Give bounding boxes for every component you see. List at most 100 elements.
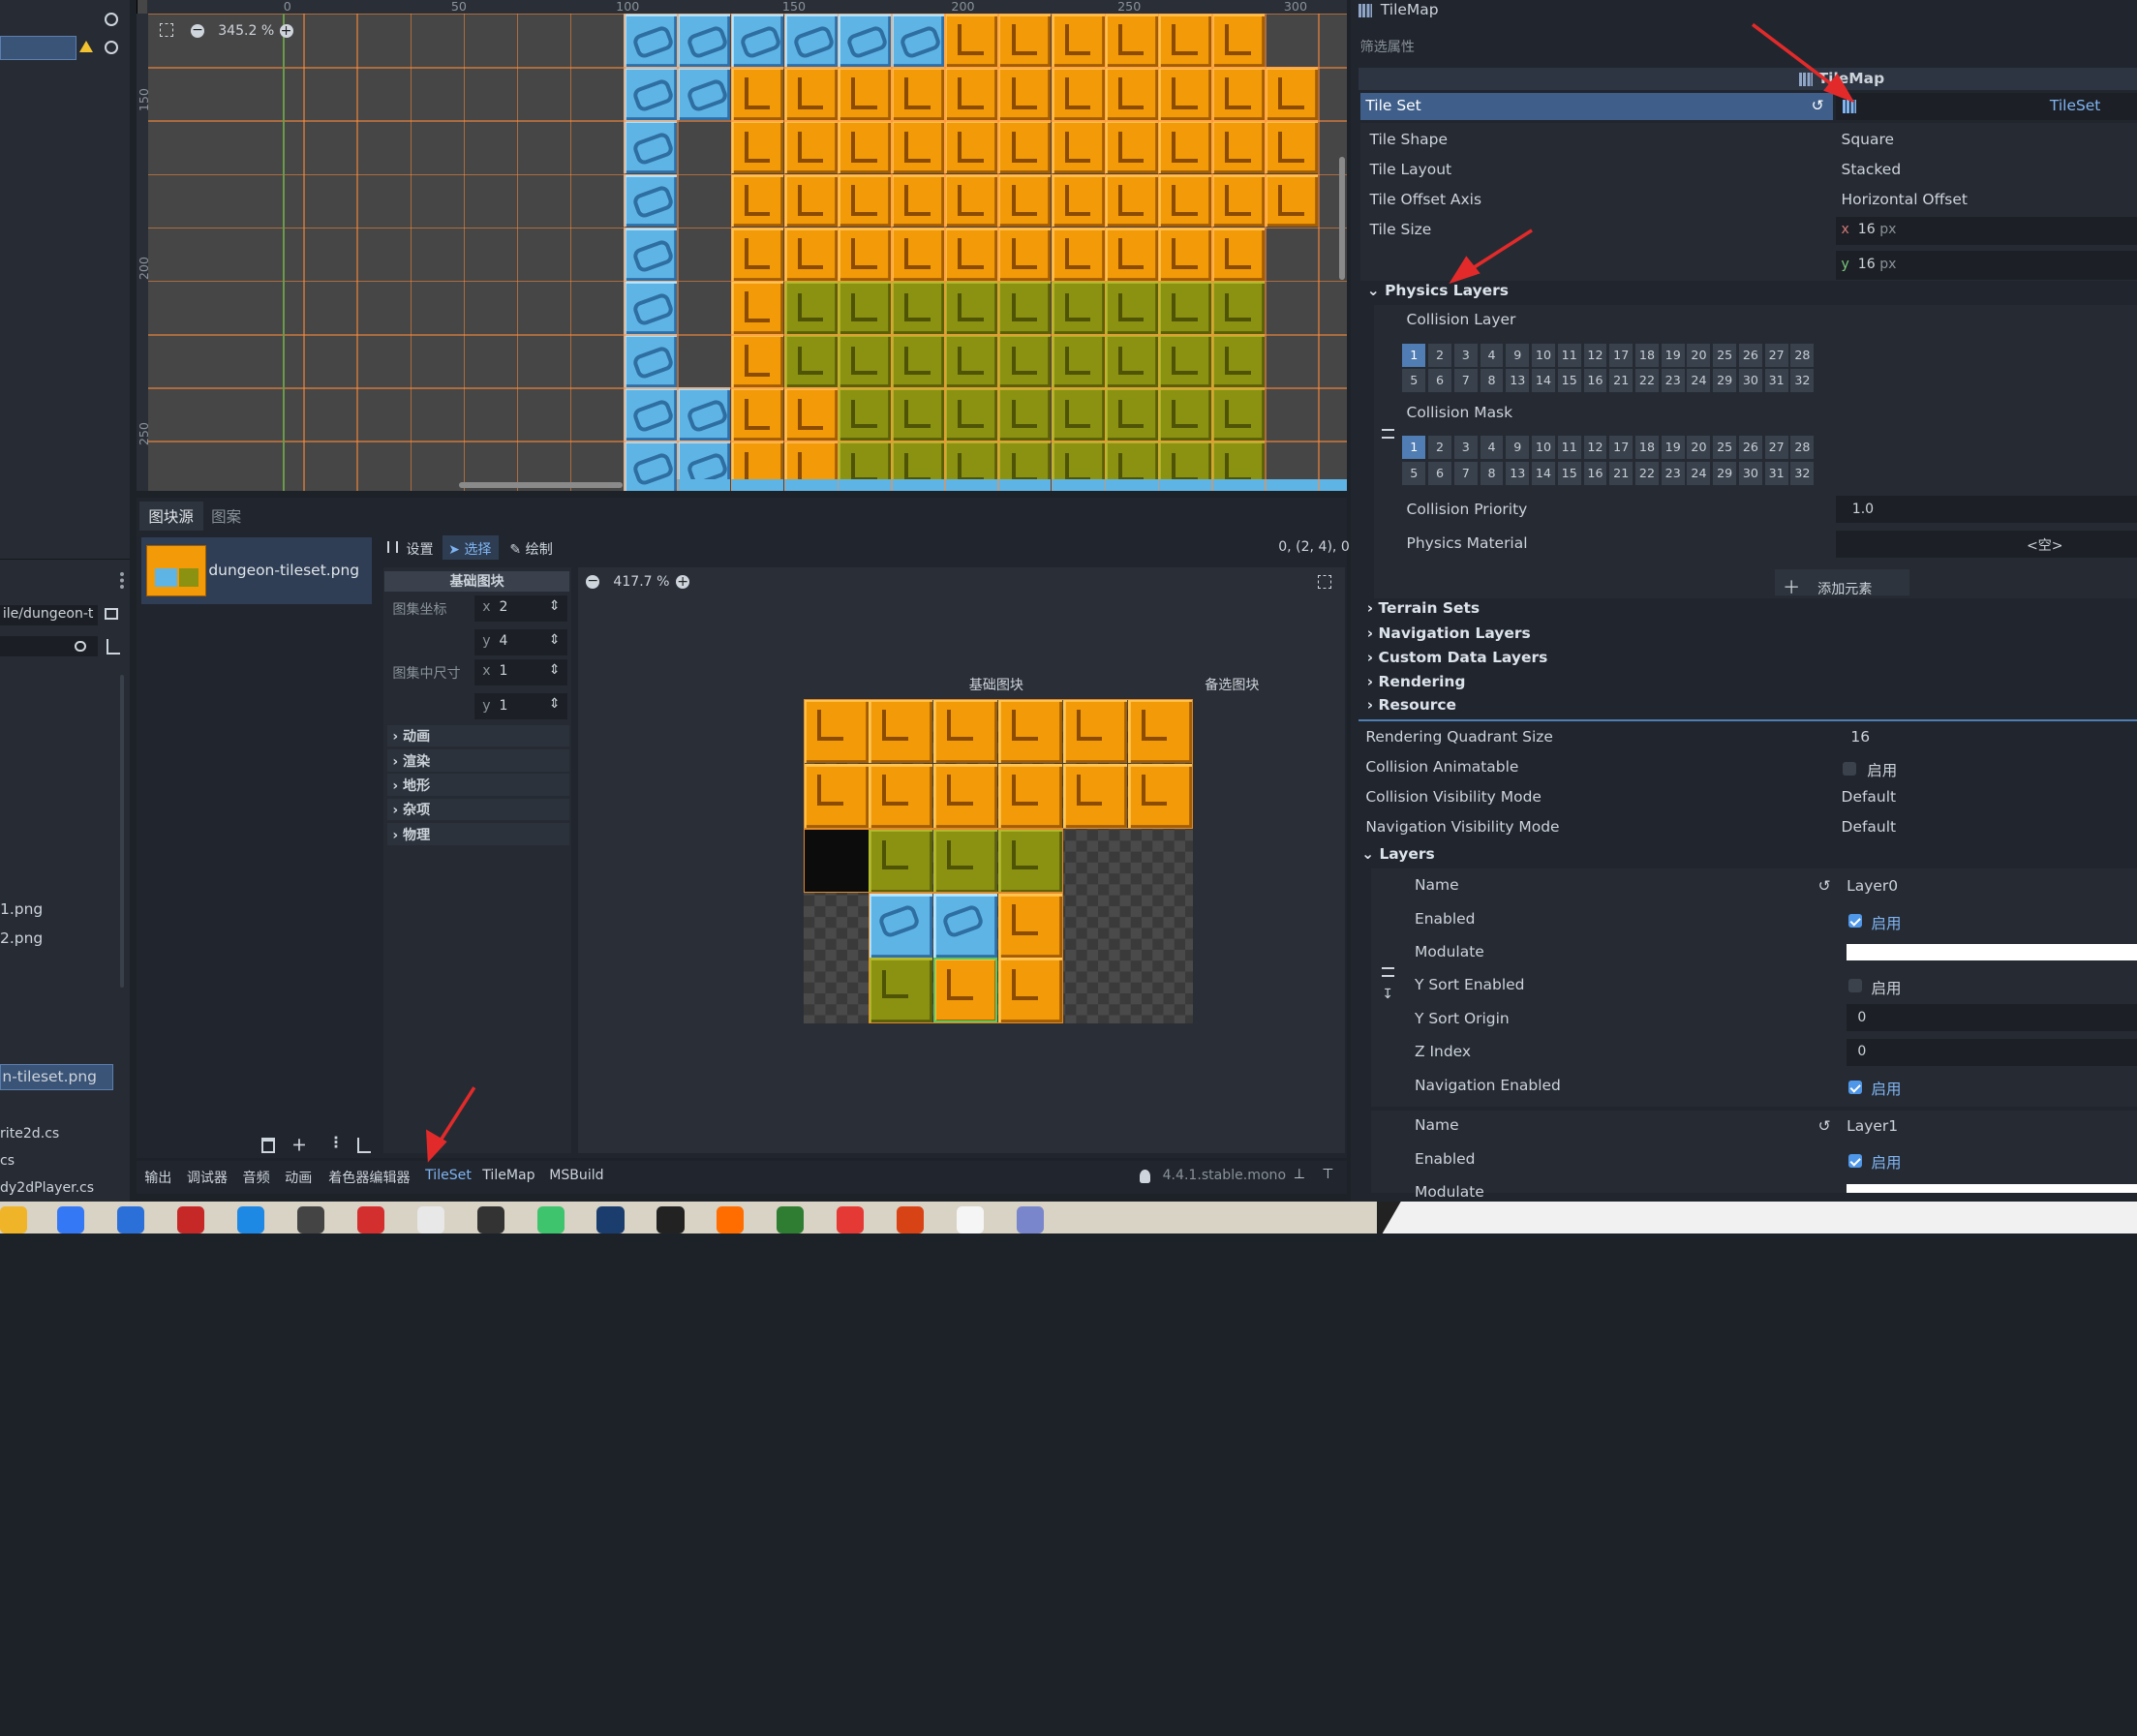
- revert-icon[interactable]: ↺: [1818, 877, 1831, 895]
- file-item[interactable]: dy2dPlayer.cs: [0, 1180, 94, 1196]
- add-icon[interactable]: ＋: [291, 1134, 306, 1155]
- bottom-tab-2[interactable]: 音频: [243, 1168, 270, 1187]
- section-misc[interactable]: › 杂项: [386, 798, 570, 821]
- bottom-tab-5[interactable]: TileSet: [425, 1168, 472, 1183]
- y-sort-checkbox[interactable]: [1847, 978, 1862, 992]
- taskbar-app-icon[interactable]: [0, 1205, 28, 1233]
- section-terrain[interactable]: › 地形: [386, 774, 570, 796]
- layer-bit-28[interactable]: 28: [1790, 436, 1815, 460]
- select-tool[interactable]: ➤ 选择: [443, 535, 500, 561]
- layer-bit-22[interactable]: 22: [1635, 462, 1659, 486]
- sort-icon[interactable]: [356, 1138, 371, 1153]
- layer-bit-14[interactable]: 14: [1532, 462, 1555, 486]
- layer-bit-32[interactable]: 32: [1790, 369, 1815, 393]
- revert-icon[interactable]: ↺: [1812, 97, 1824, 114]
- layer-bit-26[interactable]: 26: [1738, 343, 1762, 367]
- bottom-tab-0[interactable]: 输出: [144, 1168, 171, 1187]
- layer-bit-20[interactable]: 20: [1687, 343, 1711, 367]
- layer-bit-6[interactable]: 6: [1428, 369, 1451, 393]
- layer-bit-26[interactable]: 26: [1738, 436, 1762, 460]
- size-y-field[interactable]: y 1 ⇕: [473, 693, 567, 720]
- layer-bit-22[interactable]: 22: [1635, 369, 1659, 393]
- layer-bit-5[interactable]: 5: [1402, 462, 1426, 486]
- paint-tool[interactable]: ✎ 绘制: [509, 539, 552, 559]
- tile-size-y-field[interactable]: y 16 px: [1835, 250, 2137, 280]
- zoom-level[interactable]: 345.2 %: [218, 23, 274, 39]
- tile-shape-value[interactable]: Square: [1842, 131, 1894, 148]
- drag-handle[interactable]: [119, 572, 124, 590]
- taskbar-app-icon[interactable]: [117, 1205, 145, 1233]
- file-item[interactable]: 2.png: [0, 929, 43, 947]
- layer-bit-25[interactable]: 25: [1713, 343, 1737, 367]
- drag-handle-icon[interactable]: [1382, 429, 1394, 440]
- h-scrollbar[interactable]: [458, 482, 623, 488]
- modulate-color[interactable]: [1847, 1184, 2137, 1193]
- file-item[interactable]: 1.png: [0, 900, 43, 918]
- taskbar-app-icon[interactable]: [1016, 1205, 1045, 1233]
- layer-bit-14[interactable]: 14: [1532, 369, 1555, 393]
- layer-bit-2[interactable]: 2: [1428, 436, 1451, 460]
- layer-bit-27[interactable]: 27: [1764, 343, 1788, 367]
- add-element-button[interactable]: ＋ 添加元素: [1774, 569, 1909, 598]
- layer-bit-31[interactable]: 31: [1764, 369, 1788, 393]
- tile-offset-axis-value[interactable]: Horizontal Offset: [1842, 191, 1968, 208]
- resource-section[interactable]: › Resource: [1367, 696, 1456, 714]
- file-item[interactable]: cs: [0, 1153, 15, 1169]
- section-animation[interactable]: › 动画: [386, 724, 570, 747]
- layer-bit-6[interactable]: 6: [1428, 462, 1451, 486]
- layer1-enabled-checkbox[interactable]: [1847, 1154, 1862, 1169]
- taskbar-app-icon[interactable]: [57, 1205, 85, 1233]
- layer-bit-27[interactable]: 27: [1764, 436, 1788, 460]
- layer-bit-21[interactable]: 21: [1609, 369, 1633, 393]
- sort-icon[interactable]: [106, 639, 120, 655]
- taskbar-app-icon[interactable]: [356, 1205, 384, 1233]
- layer-bit-15[interactable]: 15: [1557, 462, 1581, 486]
- layer-bit-11[interactable]: 11: [1557, 343, 1581, 367]
- layer-bit-29[interactable]: 29: [1713, 462, 1737, 486]
- layer-bit-20[interactable]: 20: [1687, 436, 1711, 460]
- layer-bit-8[interactable]: 8: [1480, 369, 1504, 393]
- modulate-color[interactable]: [1847, 944, 2137, 961]
- layer-bit-29[interactable]: 29: [1713, 369, 1737, 393]
- expand-icon[interactable]: ⊤: [1322, 1167, 1333, 1182]
- layer-bit-31[interactable]: 31: [1764, 462, 1788, 486]
- layer-bit-25[interactable]: 25: [1713, 436, 1737, 460]
- layer-bit-8[interactable]: 8: [1480, 462, 1504, 486]
- layer-bit-5[interactable]: 5: [1402, 369, 1426, 393]
- layer-bit-16[interactable]: 16: [1583, 462, 1607, 486]
- layer-bit-7[interactable]: 7: [1453, 369, 1478, 393]
- tileset-atlas[interactable]: [804, 699, 1193, 1024]
- atlas-x-field[interactable]: x 2 ⇕: [473, 595, 567, 622]
- nav-enabled-checkbox[interactable]: [1847, 1081, 1862, 1095]
- taskbar-app-icon[interactable]: [536, 1205, 565, 1233]
- revert-icon[interactable]: ↺: [1818, 1117, 1831, 1135]
- taskbar-app-icon[interactable]: [596, 1205, 625, 1233]
- atlas-zoom[interactable]: 417.7 %: [613, 574, 669, 590]
- layer-bit-1[interactable]: 1: [1402, 436, 1426, 460]
- zoom-in-icon[interactable]: +: [676, 575, 690, 590]
- terrain-sets-section[interactable]: › Terrain Sets: [1367, 599, 1480, 617]
- rendering-section[interactable]: › Rendering: [1367, 673, 1466, 690]
- delete-icon[interactable]: [261, 1138, 276, 1153]
- visibility-icon[interactable]: [105, 41, 119, 55]
- custom-data-layers-section[interactable]: › Custom Data Layers: [1367, 649, 1548, 666]
- layer-bit-18[interactable]: 18: [1635, 343, 1659, 367]
- move-down-icon[interactable]: ↧: [1382, 987, 1393, 1002]
- drag-handle-icon[interactable]: [1382, 967, 1394, 978]
- layer-bit-3[interactable]: 3: [1453, 343, 1478, 367]
- layer-bit-23[interactable]: 23: [1661, 462, 1685, 486]
- tile-source-item[interactable]: dungeon-tileset.png: [141, 536, 373, 604]
- bottom-tab-4[interactable]: 着色器编辑器: [328, 1168, 410, 1187]
- warning-icon[interactable]: [78, 41, 93, 53]
- path-field[interactable]: ile/dungeon-t: [0, 604, 99, 626]
- scene-node-selected[interactable]: [0, 35, 76, 60]
- layer-bit-17[interactable]: 17: [1609, 436, 1633, 460]
- navigation-layers-section[interactable]: › Navigation Layers: [1367, 624, 1531, 642]
- layer-bit-4[interactable]: 4: [1480, 343, 1504, 367]
- taskbar-app-icon[interactable]: [656, 1205, 685, 1233]
- taskbar-app-icon[interactable]: [236, 1205, 265, 1233]
- file-item[interactable]: rite2d.cs: [0, 1126, 59, 1142]
- layer-bit-30[interactable]: 30: [1738, 462, 1762, 486]
- navigation-visibility-value[interactable]: Default: [1842, 818, 1897, 836]
- tile-set-value[interactable]: TileSet: [2050, 97, 2101, 114]
